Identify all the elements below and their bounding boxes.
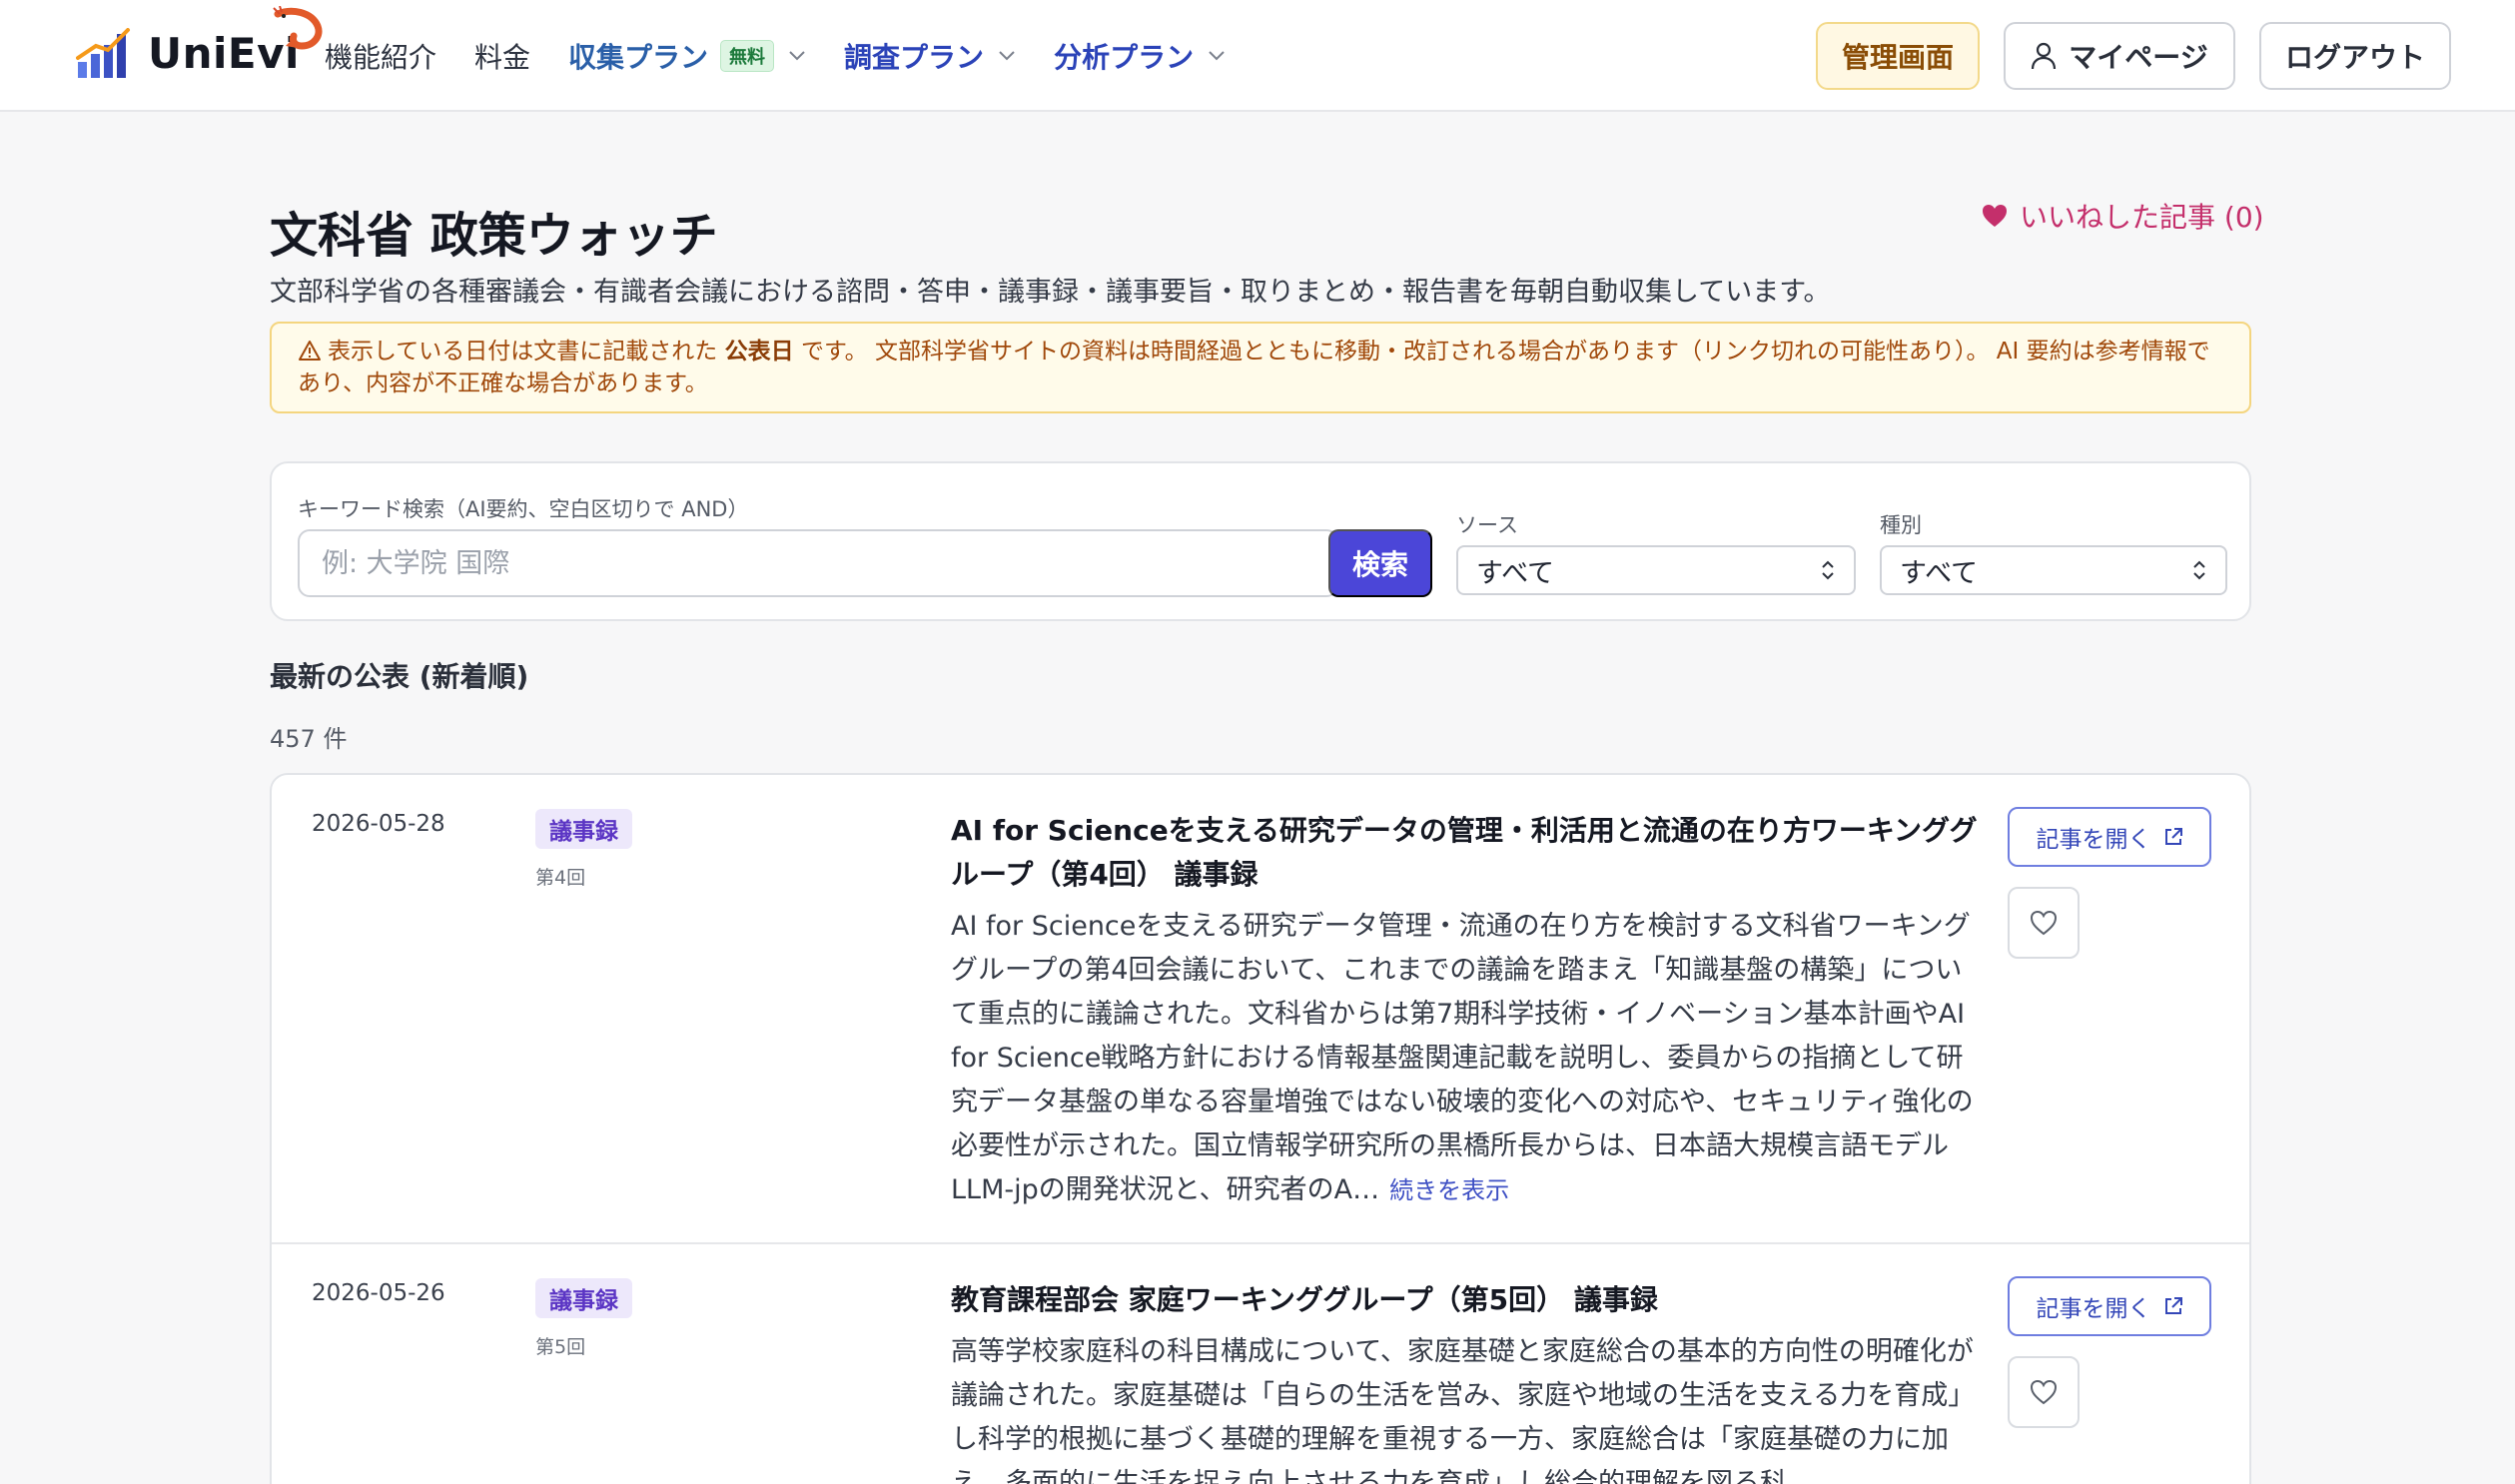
nav-research-plan[interactable]: 調査プラン: [844, 36, 1016, 76]
item-title: AI for Scienceを支える研究データの管理・利活用と流通の在り方ワーキ…: [951, 814, 1978, 891]
chevron-down-icon: [999, 51, 1015, 61]
source-select[interactable]: すべて: [1456, 545, 1856, 595]
type-selected-value: すべて: [1900, 557, 1979, 589]
like-button[interactable]: [2008, 887, 2080, 959]
external-link-icon: [2164, 1297, 2182, 1314]
notice-prefix: 表示している日付は文書に記載された: [328, 339, 718, 365]
free-badge: 無料: [720, 40, 775, 72]
item-summary: 高等学校家庭科の科目構成について、家庭基礎と家庭総合の基本的方向性の明確化が議論…: [951, 1336, 1976, 1484]
select-arrows-icon: [2193, 560, 2205, 580]
item-session: 第5回: [535, 1336, 586, 1358]
admin-button[interactable]: 管理画面: [1816, 22, 1980, 90]
disclaimer-notice: 表示している日付は文書に記載された 公表日 です。 文部科学省サイトの資料は時間…: [270, 322, 2251, 413]
item-summary: AI for Scienceを支える研究データ管理・流通の在り方を検討する文科省…: [951, 905, 1980, 1212]
search-panel: キーワード検索（AI要約、空白区切りで AND） 検索 ソース すべて 種別 す…: [270, 461, 2251, 621]
warning-icon: [299, 341, 321, 361]
item-summary-text: AI for Scienceを支える研究データ管理・流通の在り方を検討する文科省…: [951, 911, 1974, 1205]
like-button[interactable]: [2008, 1356, 2080, 1428]
list-item: 2026-05-26 議事録 第5回 教育課程部会 家庭ワーキンググループ（第5…: [272, 1244, 2249, 1484]
chevron-down-icon: [1209, 51, 1225, 61]
page-description: 文部科学省の各種審議会・有識者会議における諮問・答申・議事録・議事要旨・取りまと…: [270, 277, 1831, 308]
user-icon: [2032, 42, 2057, 70]
keyword-search-input[interactable]: [298, 529, 1338, 597]
type-select[interactable]: すべて: [1880, 545, 2227, 595]
liked-articles-link[interactable]: いいねした記事 (0): [1982, 196, 2264, 236]
select-arrows-icon: [1822, 560, 1834, 580]
result-count: 457 件: [270, 725, 348, 753]
top-header: UniEvi 機能紹介 料金 収集プラン 無料 調査プラン 分析プラン 管理画面…: [0, 0, 2515, 112]
mypage-button[interactable]: マイページ: [2004, 22, 2235, 90]
chevron-down-icon: [789, 51, 805, 61]
external-link-icon: [2164, 828, 2182, 845]
heart-filled-icon: [1983, 205, 2007, 227]
item-date: 2026-05-28: [312, 811, 445, 837]
section-title: 最新の公表 (新着順): [270, 660, 529, 693]
type-label: 種別: [1880, 513, 1922, 537]
source-label: ソース: [1456, 513, 1518, 537]
notice-bold: 公表日: [724, 339, 794, 365]
item-type-badge: 議事録: [535, 809, 632, 849]
search-button[interactable]: 検索: [1328, 529, 1432, 597]
item-session: 第4回: [535, 867, 586, 889]
keyword-label: キーワード検索（AI要約、空白区切りで AND）: [298, 497, 749, 521]
bar-chart-logo-icon: [76, 28, 130, 78]
open-article-button[interactable]: 記事を開く: [2008, 1276, 2211, 1336]
item-title: 教育課程部会 家庭ワーキンググループ（第5回） 議事録: [951, 1283, 1658, 1316]
shrimp-mascot-icon: [273, 6, 323, 50]
nav-analysis-plan[interactable]: 分析プラン: [1054, 36, 1226, 76]
open-article-button[interactable]: 記事を開く: [2008, 807, 2211, 867]
nav-pricing[interactable]: 料金: [474, 36, 530, 76]
logout-button[interactable]: ログアウト: [2259, 22, 2451, 90]
brand-logo[interactable]: UniEvi: [76, 6, 323, 78]
nav-features[interactable]: 機能紹介: [325, 36, 436, 76]
page-title: 文科省 政策ウォッチ: [270, 208, 718, 264]
heart-outline-icon: [2030, 1379, 2058, 1405]
item-date: 2026-05-26: [312, 1280, 445, 1306]
article-list: 2026-05-28 議事録 第4回 AI for Scienceを支える研究デ…: [270, 773, 2251, 1484]
source-selected-value: すべて: [1476, 557, 1555, 589]
main-nav: 機能紹介 料金 収集プラン 無料 調査プラン 分析プラン: [325, 0, 1263, 112]
show-more-link[interactable]: 続きを表示: [1389, 1176, 1509, 1204]
item-type-badge: 議事録: [535, 1278, 632, 1318]
list-item: 2026-05-28 議事録 第4回 AI for Scienceを支える研究デ…: [272, 775, 2249, 1244]
nav-collect-plan[interactable]: 収集プラン 無料: [568, 36, 806, 76]
heart-outline-icon: [2030, 910, 2058, 936]
